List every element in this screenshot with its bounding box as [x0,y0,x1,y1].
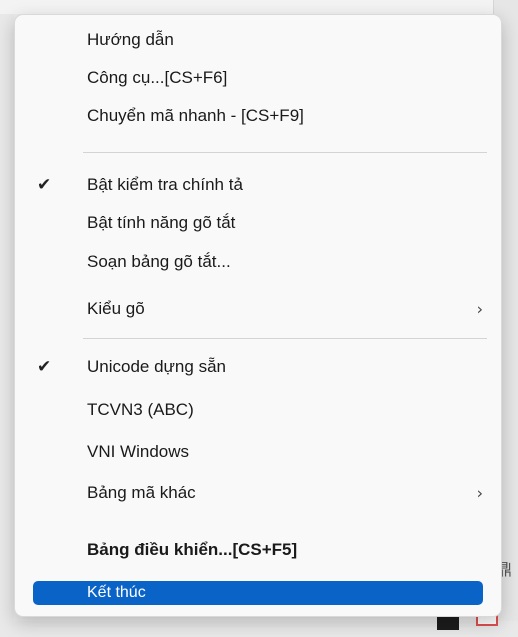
menu-item-tcvn3[interactable]: TCVN3 (ABC) [15,391,501,428]
menu-item-huong-dan[interactable]: Hướng dẫn [15,21,501,58]
check-icon: ✔ [37,356,52,377]
check-icon: ✔ [37,174,52,195]
menu-item-label: Unicode dựng sẵn [87,356,226,376]
chevron-right-icon: › [476,299,483,318]
desktop-background-left [0,14,14,637]
menu-item-chuyen-ma-nhanh[interactable]: Chuyển mã nhanh - [CS+F9] [15,97,501,134]
menu-item-cong-cu[interactable]: Công cụ...[CS+F6] [15,59,501,96]
menu-item-label: Soạn bảng gõ tắt... [87,251,231,271]
menu-item-label: Kiểu gõ [87,298,145,318]
menu-item-bang-dieu-khien[interactable]: Bảng điều khiển...[CS+F5] [15,531,501,568]
menu-item-kieu-go[interactable]: Kiểu gõ › [15,290,501,327]
menu-item-bang-ma-khac[interactable]: Bảng mã khác › [15,474,501,511]
menu-item-unicode-dung-san[interactable]: ✔ Unicode dựng sẵn [15,348,501,385]
context-menu: Hướng dẫn Công cụ...[CS+F6] Chuyển mã nh… [14,14,502,617]
menu-separator [83,338,487,339]
menu-item-label: Bật tính năng gõ tắt [87,212,236,232]
menu-item-label: Bật kiểm tra chính tả [87,174,243,194]
menu-item-label: Công cụ...[CS+F6] [87,67,228,87]
chevron-right-icon: › [476,483,483,502]
menu-item-soan-bang-go-tat[interactable]: Soạn bảng gõ tắt... [15,243,501,280]
menu-item-label: TCVN3 (ABC) [87,399,194,419]
menu-item-label: Chuyển mã nhanh - [CS+F9] [87,105,304,125]
menu-item-label: Bảng mã khác [87,482,196,502]
menu-item-label: Hướng dẫn [87,29,174,49]
menu-item-ket-thuc[interactable]: Kết thúc [33,581,483,605]
menu-item-vni-windows[interactable]: VNI Windows [15,433,501,470]
menu-item-label: Bảng điều khiển...[CS+F5] [87,539,298,559]
menu-item-label: Kết thúc [87,584,146,601]
menu-item-label: VNI Windows [87,441,190,461]
menu-separator [83,152,487,153]
desktop-background-top [0,0,518,14]
menu-item-kiem-tra-chinh-ta[interactable]: ✔ Bật kiểm tra chính tả [15,166,501,203]
menu-item-go-tat[interactable]: Bật tính năng gõ tắt [15,204,501,241]
